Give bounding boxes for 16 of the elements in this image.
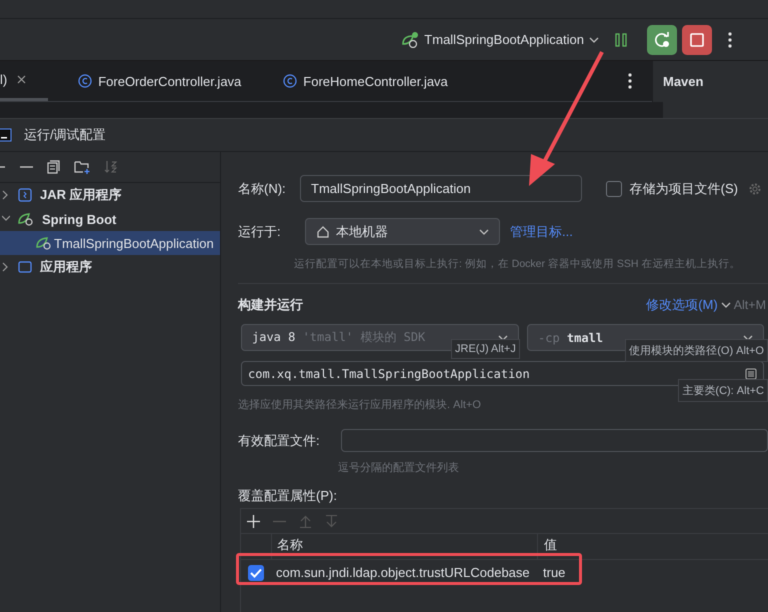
field-label: 名称(N): — [238, 180, 287, 198]
table-cell: true — [543, 565, 566, 580]
field-label: 覆盖配置属性(P): — [238, 487, 338, 505]
section-title: 构建并运行 — [238, 296, 303, 314]
hint-text: 逗号分隔的配置文件列表 — [337, 460, 460, 475]
hint-text: 运行配置可以在本地或目标上执行: 例如，在 Docker 容器中或使用 SSH 在远程主机上执行。 — [293, 257, 742, 271]
field-label: 运行于: — [238, 222, 282, 240]
hint-text: 选择应使用其类路径来运行应用程序的模块. Alt+O — [238, 398, 482, 412]
tooltip: 主要类(C): Alt+C — [678, 379, 768, 402]
table-cell: com.sun.jndi.ldap.object.trustURLCodebase — [276, 565, 530, 580]
dialog-title: 运行/调试配置 — [24, 126, 106, 144]
tooltip: JRE(J) Alt+J — [451, 339, 520, 359]
shortcut-text: Alt+M — [734, 298, 766, 312]
panel-title: Maven — [663, 74, 704, 89]
tooltip: 使用模块的类路径(O) Alt+O — [625, 339, 768, 362]
field-label: 有效配置文件: — [238, 432, 321, 450]
